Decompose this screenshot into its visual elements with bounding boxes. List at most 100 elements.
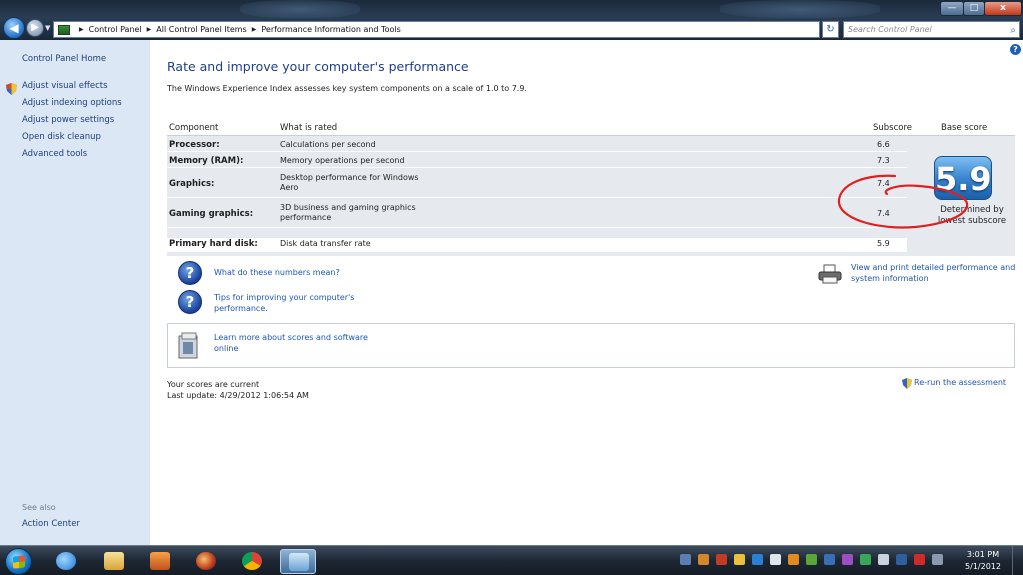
table-row: Graphics: Desktop performance for Window… <box>167 170 907 198</box>
scores-current-text: Your scores are current <box>167 380 260 389</box>
learn-more-panel: Learn more about scores and software onl… <box>167 323 1015 368</box>
back-arrow-icon[interactable]: ◀ <box>3 17 25 39</box>
internet-explorer-icon <box>56 552 76 570</box>
sidebar-item-open-disk-cleanup[interactable]: Open disk cleanup <box>22 132 101 142</box>
last-update-text: Last update: 4/29/2012 1:06:54 AM <box>167 391 309 400</box>
row-component: Graphics: <box>169 179 215 189</box>
table-row: Processor: Calculations per second 6.6 <box>167 138 907 152</box>
tray-icon[interactable] <box>860 554 871 565</box>
tray-icon[interactable] <box>716 554 727 565</box>
determined-by-label: Determined by lowest subscore <box>937 205 1007 226</box>
row-subscore: 7.3 <box>877 156 890 165</box>
row-subscore: 6.6 <box>877 140 890 149</box>
row-what-is-rated: Memory operations per second <box>280 156 405 165</box>
taskbar-firefox[interactable] <box>188 549 224 574</box>
show-desktop-button[interactable] <box>1012 546 1023 575</box>
title-bar-glow <box>240 0 360 18</box>
breadcrumb-all-items[interactable]: All Control Panel Items <box>156 25 246 34</box>
search-icon[interactable]: ⌕ <box>1010 23 1016 38</box>
tray-icon[interactable] <box>752 554 763 565</box>
taskbar: 3:01 PM 5/1/2012 <box>0 545 1023 575</box>
score-table: Component What is rated Subscore Base sc… <box>167 118 1015 256</box>
help-question-icon: ? <box>178 261 202 285</box>
chrome-icon <box>242 552 262 570</box>
refresh-icon[interactable]: ↻ <box>822 21 839 38</box>
learn-more-scores-link[interactable]: Learn more about scores and software onl… <box>214 332 384 354</box>
forward-arrow-icon[interactable]: ▶ <box>26 19 44 37</box>
control-panel-icon <box>58 24 70 35</box>
table-row: Gaming graphics: 3D business and gaming … <box>167 200 907 228</box>
header-base-score: Base score <box>941 123 988 133</box>
tray-icon[interactable] <box>788 554 799 565</box>
sidebar-item-adjust-power-settings[interactable]: Adjust power settings <box>22 115 114 125</box>
minimize-button[interactable]: — <box>940 1 964 16</box>
tray-icon[interactable] <box>734 554 745 565</box>
search-input[interactable]: Search Control Panel ⌕ <box>843 21 1020 38</box>
intro-text: The Windows Experience Index assesses ke… <box>167 84 527 93</box>
taskbar-chrome[interactable] <box>234 549 270 574</box>
tray-icon[interactable] <box>896 554 907 565</box>
clock-time[interactable]: 3:01 PM <box>962 550 1004 559</box>
breadcrumb-separator-icon[interactable]: ▶ <box>79 26 84 33</box>
view-print-details-link[interactable]: View and print detailed performance and … <box>851 262 1019 284</box>
window-title-bar: — □ x ◀ ▶ ▼ ▶ Control Panel ▶ All Contro… <box>0 0 1023 40</box>
tray-icon[interactable] <box>698 554 709 565</box>
main-content: ? Rate and improve your computer's perfo… <box>150 40 1023 545</box>
header-component: Component <box>169 123 219 133</box>
tray-icon[interactable] <box>806 554 817 565</box>
tray-icon[interactable] <box>680 554 691 565</box>
table-row: Primary hard disk: Disk data transfer ra… <box>167 238 907 252</box>
printer-icon <box>818 264 842 284</box>
breadcrumb-control-panel[interactable]: Control Panel <box>89 25 142 34</box>
header-what-is-rated: What is rated <box>280 123 338 133</box>
breadcrumb-separator-icon[interactable]: ▶ <box>147 26 152 33</box>
clock-date[interactable]: 5/1/2012 <box>962 562 1004 571</box>
windows-logo-icon <box>13 555 25 569</box>
network-icon[interactable] <box>932 554 943 565</box>
firefox-icon <box>196 552 216 570</box>
row-component: Memory (RAM): <box>169 156 244 166</box>
page-title: Rate and improve your computer's perform… <box>167 59 469 74</box>
tray-icon[interactable] <box>770 554 781 565</box>
taskbar-windows-explorer[interactable] <box>96 549 132 574</box>
sidebar-item-action-center[interactable]: Action Center <box>22 519 80 529</box>
tray-icon[interactable] <box>914 554 925 565</box>
recent-pages-dropdown-icon[interactable]: ▼ <box>45 24 50 32</box>
rerun-assessment-label[interactable]: Re-run the assessment <box>914 378 1006 387</box>
volume-icon[interactable] <box>878 554 889 565</box>
breadcrumb-separator-icon[interactable]: ▶ <box>252 26 257 33</box>
table-row: Memory (RAM): Memory operations per seco… <box>167 154 907 168</box>
see-also-label: See also <box>22 503 56 512</box>
uac-shield-icon <box>6 83 17 95</box>
software-box-icon <box>178 332 198 359</box>
uac-shield-icon <box>902 378 912 389</box>
row-component: Gaming graphics: <box>169 209 254 219</box>
sidebar-item-control-panel-home[interactable]: Control Panel Home <box>22 54 106 64</box>
close-button[interactable]: x <box>984 1 1022 16</box>
sidebar-item-adjust-indexing-options[interactable]: Adjust indexing options <box>22 98 122 108</box>
sidebar-item-adjust-visual-effects[interactable]: Adjust visual effects <box>22 81 108 91</box>
tray-icon[interactable] <box>842 554 853 565</box>
row-component: Processor: <box>169 140 220 150</box>
taskbar-control-panel[interactable] <box>280 549 316 574</box>
row-what-is-rated: Desktop performance for Windows Aero <box>280 173 419 192</box>
folder-icon <box>104 552 124 570</box>
rerun-assessment-link[interactable]: Re-run the assessment <box>902 378 1006 389</box>
taskbar-internet-explorer[interactable] <box>48 549 84 574</box>
start-button[interactable] <box>5 548 32 575</box>
search-placeholder: Search Control Panel <box>848 25 932 34</box>
row-what-is-rated: Calculations per second <box>280 140 376 149</box>
media-player-icon <box>150 552 170 570</box>
tray-icon[interactable] <box>824 554 835 565</box>
row-subscore: 7.4 <box>877 179 890 188</box>
maximize-button[interactable]: □ <box>963 1 985 16</box>
breadcrumb-performance[interactable]: Performance Information and Tools <box>261 25 400 34</box>
row-subscore: 7.4 <box>877 209 890 218</box>
title-bar-glow <box>720 0 880 18</box>
what-numbers-mean-link[interactable]: What do these numbers mean? <box>214 268 340 277</box>
sidebar-item-advanced-tools[interactable]: Advanced tools <box>22 149 87 159</box>
taskbar-media-player[interactable] <box>142 549 178 574</box>
help-icon[interactable]: ? <box>1010 44 1021 55</box>
address-bar[interactable]: ▶ Control Panel ▶ All Control Panel Item… <box>53 21 868 38</box>
tips-improving-performance-link[interactable]: Tips for improving your computer's perfo… <box>214 292 374 314</box>
